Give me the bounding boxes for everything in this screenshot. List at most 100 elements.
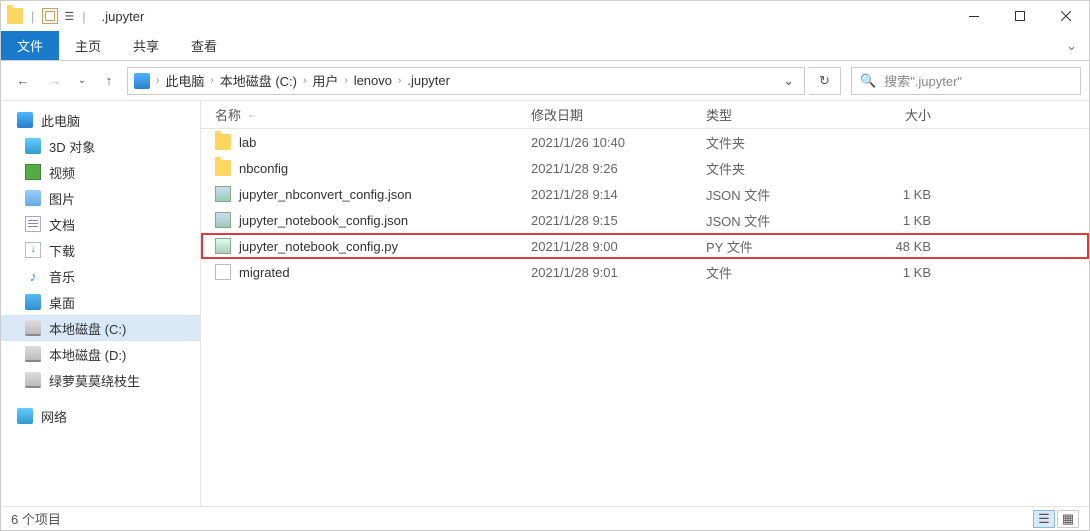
sidebar-item[interactable]: 视频 — [1, 159, 200, 185]
sidebar-item[interactable]: 图片 — [1, 185, 200, 211]
sidebar-item-label: 文档 — [49, 215, 75, 234]
file-size: 1 KB — [861, 187, 961, 202]
sidebar-item-label: 本地磁盘 (D:) — [49, 345, 126, 364]
sidebar-item-label: 绿萝莫莫绕枝生 — [49, 371, 140, 390]
i-vid-icon — [25, 164, 41, 180]
ribbon: 文件 主页 共享 查看 ⌄ — [1, 31, 1089, 61]
sidebar: 此电脑 3D 对象视频图片文档下载 ♪音乐桌面本地磁盘 (C:) 本地磁盘 (D:)… — [1, 101, 201, 506]
tab-view[interactable]: 查看 — [175, 31, 233, 60]
i-drive-icon — [25, 320, 41, 336]
search-placeholder: 搜索".jupyter" — [884, 71, 962, 90]
tab-file[interactable]: 文件 — [1, 31, 59, 60]
file-type: PY 文件 — [706, 237, 861, 256]
chevron-right-icon[interactable]: › — [394, 75, 405, 86]
qat-properties-icon[interactable]: ☰ — [64, 10, 74, 23]
sidebar-item-label: 下载 — [49, 241, 75, 260]
i-desk-icon — [25, 294, 41, 310]
file-type: 文件夹 — [706, 159, 861, 178]
file-row[interactable]: jupyter_nbconvert_config.json 2021/1/28 … — [201, 181, 1089, 207]
i-img-icon — [25, 190, 41, 206]
column-headers: 名称⌄ 修改日期 类型 大小 — [201, 101, 1089, 129]
chevron-right-icon[interactable]: › — [152, 75, 163, 86]
file-row[interactable]: jupyter_notebook_config.py 2021/1/28 9:0… — [201, 233, 1089, 259]
file-name: jupyter_nbconvert_config.json — [239, 187, 412, 202]
minimize-button[interactable] — [951, 1, 997, 31]
view-switcher: ☰ ▦ — [1033, 510, 1079, 528]
file-name: nbconfig — [239, 161, 288, 176]
sidebar-this-pc[interactable]: 此电脑 — [1, 107, 200, 133]
sidebar-item[interactable]: 本地磁盘 (C:) — [1, 315, 200, 341]
tab-share[interactable]: 共享 — [117, 31, 175, 60]
sidebar-item[interactable]: 文档 — [1, 211, 200, 237]
nav-forward-button[interactable]: → — [41, 67, 69, 95]
ribbon-expand-button[interactable]: ⌄ — [1054, 31, 1089, 60]
file-icon — [215, 160, 231, 176]
chevron-right-icon[interactable]: › — [299, 75, 310, 86]
pc-icon — [17, 112, 33, 128]
breadcrumb-item[interactable]: 本地磁盘 (C:) — [218, 71, 299, 90]
network-icon — [17, 408, 33, 424]
breadcrumb-item[interactable]: 用户 — [310, 71, 340, 90]
navbar: ← → ⌄ ↑ › 此电脑 › 本地磁盘 (C:) › 用户 › lenovo … — [1, 61, 1089, 101]
sidebar-item[interactable]: 绿萝莫莫绕枝生 — [1, 367, 200, 393]
nav-history-button[interactable]: ⌄ — [73, 67, 91, 95]
sidebar-item[interactable]: 3D 对象 — [1, 133, 200, 159]
breadcrumb-dropdown-icon[interactable]: ⌄ — [777, 73, 800, 89]
content: 名称⌄ 修改日期 类型 大小 lab 2021/1/26 10:40 文件夹 n… — [201, 101, 1089, 506]
statusbar: 6 个项目 ☰ ▦ — [1, 506, 1089, 530]
sidebar-item[interactable]: 桌面 — [1, 289, 200, 315]
file-row[interactable]: jupyter_notebook_config.json 2021/1/28 9… — [201, 207, 1089, 233]
nav-back-button[interactable]: ← — [9, 67, 37, 95]
file-row[interactable]: lab 2021/1/26 10:40 文件夹 — [201, 129, 1089, 155]
i-doc-icon — [25, 216, 41, 232]
col-type[interactable]: 类型 — [706, 105, 861, 124]
i-drive-icon — [25, 372, 41, 388]
file-size: 48 KB — [861, 239, 961, 254]
i-drive-icon — [25, 346, 41, 362]
tab-home[interactable]: 主页 — [59, 31, 117, 60]
sidebar-item[interactable]: 本地磁盘 (D:) — [1, 341, 200, 367]
breadcrumb[interactable]: › 此电脑 › 本地磁盘 (C:) › 用户 › lenovo › .jupyt… — [127, 67, 805, 95]
file-row[interactable]: migrated 2021/1/28 9:01 文件 1 KB — [201, 259, 1089, 285]
chevron-right-icon[interactable]: › — [340, 75, 351, 86]
file-list: lab 2021/1/26 10:40 文件夹 nbconfig 2021/1/… — [201, 129, 1089, 506]
view-icons-button[interactable]: ▦ — [1057, 510, 1079, 528]
sidebar-network[interactable]: 网络 — [1, 403, 200, 429]
file-type: 文件 — [706, 263, 861, 282]
file-name: migrated — [239, 265, 290, 280]
file-name: lab — [239, 135, 256, 150]
quick-access-toolbar: | ☰ | — [1, 8, 94, 24]
nav-up-button[interactable]: ↑ — [95, 67, 123, 95]
maximize-button[interactable] — [997, 1, 1043, 31]
file-name: jupyter_notebook_config.py — [239, 239, 398, 254]
col-size[interactable]: 大小 — [861, 105, 961, 124]
status-item-count: 6 个项目 — [11, 509, 61, 528]
sidebar-item[interactable]: 下载 — [1, 237, 200, 263]
file-name: jupyter_notebook_config.json — [239, 213, 408, 228]
file-icon — [215, 264, 231, 280]
sidebar-label: 网络 — [41, 407, 67, 426]
qat-paste-icon[interactable] — [42, 8, 58, 24]
chevron-right-icon[interactable]: › — [206, 75, 217, 86]
search-icon: 🔍 — [860, 73, 876, 89]
sidebar-item[interactable]: ♪音乐 — [1, 263, 200, 289]
i-dl-icon — [25, 242, 41, 258]
window-controls — [951, 1, 1089, 31]
breadcrumb-item[interactable]: .jupyter — [405, 73, 452, 88]
sidebar-item-label: 桌面 — [49, 293, 75, 312]
col-date[interactable]: 修改日期 — [531, 105, 706, 124]
breadcrumb-item[interactable]: lenovo — [352, 73, 394, 88]
col-name[interactable]: 名称⌄ — [201, 105, 531, 124]
file-size: 1 KB — [861, 213, 961, 228]
file-date: 2021/1/28 9:01 — [531, 265, 706, 280]
window-title: .jupyter — [102, 9, 145, 24]
file-row[interactable]: nbconfig 2021/1/28 9:26 文件夹 — [201, 155, 1089, 181]
refresh-button[interactable]: ↻ — [809, 67, 841, 95]
breadcrumb-pc-icon[interactable] — [132, 73, 152, 89]
close-button[interactable] — [1043, 1, 1089, 31]
search-input[interactable]: 🔍 搜索".jupyter" — [851, 67, 1081, 95]
view-details-button[interactable]: ☰ — [1033, 510, 1055, 528]
file-icon — [215, 238, 231, 254]
breadcrumb-item[interactable]: 此电脑 — [163, 71, 206, 90]
sidebar-item-label: 3D 对象 — [49, 137, 95, 156]
